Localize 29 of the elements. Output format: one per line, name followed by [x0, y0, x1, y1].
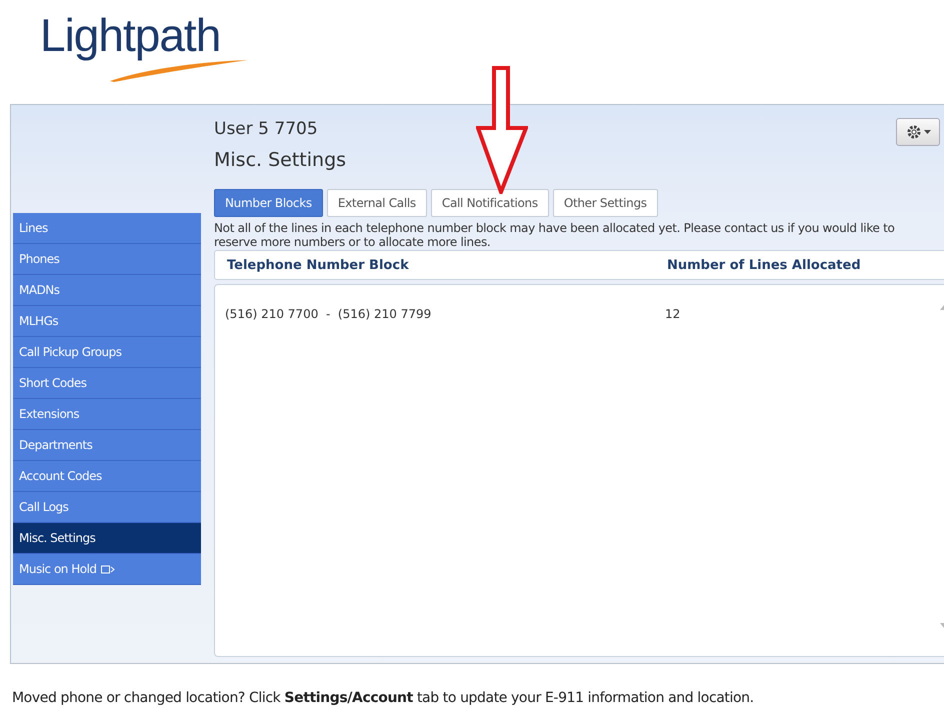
sidebar-item[interactable]: Call Pickup Groups [13, 337, 201, 368]
intro-text: Not all of the lines in each telephone number block may have been allocated yet. Please contact us if you would like to reserve more numbers or to allocate more lines. [214, 221, 896, 249]
sidebar-item[interactable]: Account Codes [13, 461, 201, 492]
sidebar-item[interactable]: Phones [13, 244, 201, 275]
settings-button[interactable] [896, 118, 940, 146]
user-name: User 5 7705 [214, 119, 318, 139]
footer-text: Moved phone or changed location? Click Settings/Account tab to update your E-911 information and location. [11, 689, 755, 706]
sidebar-item[interactable]: Misc. Settings [13, 523, 201, 554]
table-cell-text: (516) 210 7700 - (516) 210 7799 [224, 307, 432, 321]
logo-text: Lightpath [40, 10, 220, 60]
tab[interactable]: Number Blocks [214, 189, 323, 217]
arrow-icon [476, 66, 528, 194]
sidebar-item[interactable]: Music on Hold [13, 554, 201, 585]
table-cell-text: 12 [665, 307, 682, 321]
gear-icon [906, 124, 922, 140]
tab[interactable]: Other Settings [552, 189, 658, 217]
sidebar-item[interactable]: Departments [13, 430, 201, 461]
page-title: Misc. Settings [214, 149, 346, 171]
sidebar-item[interactable]: MADNs [13, 275, 201, 306]
tab[interactable]: External Calls [326, 189, 427, 217]
column-header: Number of Lines Allocated [667, 258, 862, 272]
sidebar-item[interactable]: MLHGs [13, 306, 201, 337]
column-header: Telephone Number Block [226, 258, 410, 272]
sidebar-item[interactable]: Lines [13, 213, 201, 244]
tab[interactable]: Call Notifications [430, 189, 549, 217]
sidebar-item[interactable]: Short Codes [13, 368, 201, 399]
sidebar-item[interactable]: Call Logs [13, 492, 201, 523]
sidebar-item[interactable]: Extensions [13, 399, 201, 430]
caret-icon [924, 130, 930, 134]
